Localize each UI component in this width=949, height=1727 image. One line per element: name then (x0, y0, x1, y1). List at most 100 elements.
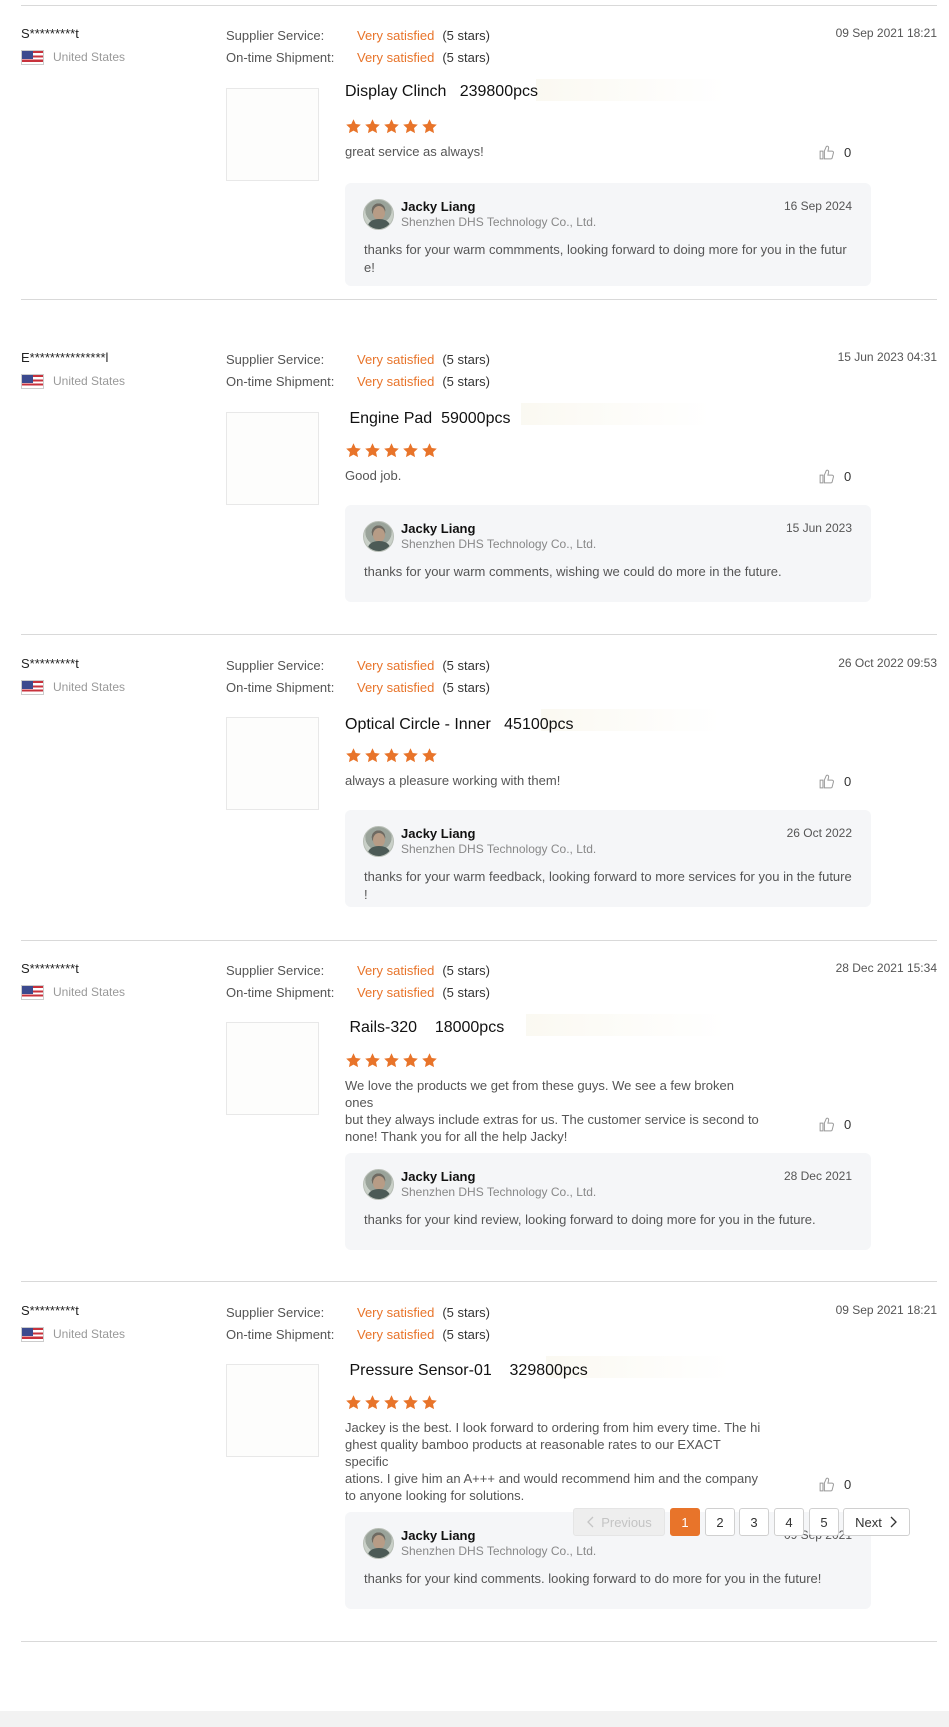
reply-text: thanks for your warm comments, wishing w… (364, 564, 782, 579)
reply-author: Jacky Liang (401, 521, 476, 536)
supplier-service-value: Very satisfied (357, 962, 435, 978)
reply-company: Shenzhen DHS Technology Co., Ltd. (401, 215, 597, 229)
supplier-service-value: Very satisfied (357, 1304, 435, 1320)
buyer-country: United States (21, 679, 125, 695)
us-flag-icon (21, 373, 44, 389)
like-count: 0 (844, 1477, 852, 1492)
shipment-rating: On-time Shipment: Very satisfied (5 star… (226, 1325, 490, 1343)
thumbs-up-icon (819, 1477, 834, 1492)
supplier-service-label: Supplier Service: (226, 27, 325, 43)
page-3-button[interactable]: 3 (739, 1508, 769, 1536)
review-card: S*********t United States Supplier Servi… (21, 1303, 937, 1642)
review-divider (21, 1281, 937, 1282)
star-icon (384, 748, 399, 763)
product-thumbnail[interactable] (226, 412, 319, 505)
like-count: 0 (844, 145, 852, 160)
supplier-reply: Jacky Liang Shenzhen DHS Technology Co.,… (345, 1153, 871, 1250)
us-flag-icon (21, 984, 44, 1000)
supplier-reply: Jacky Liang Shenzhen DHS Technology Co.,… (345, 183, 871, 286)
previous-page-button[interactable]: Previous (573, 1508, 665, 1536)
page-2-button[interactable]: 2 (705, 1508, 735, 1536)
reviews-page: S*********t United States Supplier Servi… (0, 0, 949, 1727)
star-icon (365, 1053, 380, 1068)
shipment-stars: (5 stars) (442, 373, 490, 389)
star-icon (384, 119, 399, 134)
review-divider (21, 940, 937, 941)
buyer-name: S*********t (21, 26, 79, 41)
shipment-label: On-time Shipment: (226, 679, 335, 695)
star-icon (365, 1395, 380, 1410)
page-4-button[interactable]: 4 (774, 1508, 804, 1536)
next-page-button[interactable]: Next (843, 1508, 910, 1536)
us-flag-icon (21, 679, 44, 695)
supplier-service-value: Very satisfied (357, 27, 435, 43)
like-button[interactable]: 0 (818, 1476, 851, 1493)
avatar (363, 826, 394, 857)
product-thumbnail[interactable] (226, 1022, 319, 1115)
star-rating (345, 442, 438, 459)
country-label: United States (53, 985, 126, 999)
reply-text: thanks for your kind review, looking for… (364, 1212, 816, 1227)
like-button[interactable]: 0 (818, 1116, 851, 1133)
reply-text: thanks for your kind comments. looking f… (364, 1571, 822, 1586)
reply-text: thanks for your warm commments, looking … (364, 242, 847, 275)
page-5-button[interactable]: 5 (809, 1508, 839, 1536)
review-card: S*********t United States Supplier Servi… (21, 656, 937, 941)
like-button[interactable]: 0 (818, 144, 851, 161)
next-label: Next (855, 1514, 882, 1530)
star-icon (365, 748, 380, 763)
like-button[interactable]: 0 (818, 468, 851, 485)
country-label: United States (53, 50, 126, 64)
shipment-value: Very satisfied (357, 679, 435, 695)
star-rating (345, 118, 438, 135)
star-icon (346, 443, 361, 458)
buyer-name: S*********t (21, 656, 79, 671)
review-card: S*********t United States Supplier Servi… (21, 26, 937, 300)
chevron-right-icon (890, 1516, 897, 1528)
reply-company: Shenzhen DHS Technology Co., Ltd. (401, 1544, 597, 1558)
reply-text: thanks for your warm feedback, looking f… (364, 869, 852, 902)
country-label: United States (53, 680, 126, 694)
product-thumbnail[interactable] (226, 88, 319, 181)
supplier-service-stars: (5 stars) (442, 351, 490, 367)
page-1-button[interactable]: 1 (670, 1508, 700, 1536)
reply-author: Jacky Liang (401, 1528, 476, 1543)
star-icon (384, 443, 399, 458)
product-thumbnail[interactable] (226, 717, 319, 810)
shipment-stars: (5 stars) (442, 984, 490, 1000)
review-card: S*********t United States Supplier Servi… (21, 961, 937, 1282)
star-icon (346, 1053, 361, 1068)
supplier-service-label: Supplier Service: (226, 351, 325, 367)
supplier-service-stars: (5 stars) (442, 27, 490, 43)
star-icon (365, 443, 380, 458)
like-count: 0 (844, 469, 852, 484)
star-icon (384, 1053, 399, 1068)
shipment-label: On-time Shipment: (226, 984, 335, 1000)
star-icon (403, 443, 418, 458)
avatar (363, 1528, 394, 1559)
thumbs-up-icon (819, 774, 834, 789)
shipment-stars: (5 stars) (442, 679, 490, 695)
like-button[interactable]: 0 (818, 773, 851, 790)
star-icon (346, 748, 361, 763)
us-flag-icon (21, 1326, 44, 1342)
supplier-service-stars: (5 stars) (442, 657, 490, 673)
avatar (363, 521, 394, 552)
supplier-service-rating: Supplier Service: Very satisfied (5 star… (226, 1303, 490, 1321)
thumbs-up-icon (819, 469, 834, 484)
product-thumbnail[interactable] (226, 1364, 319, 1457)
supplier-service-label: Supplier Service: (226, 657, 325, 673)
shipment-stars: (5 stars) (442, 1326, 490, 1342)
like-count: 0 (844, 1117, 852, 1132)
buyer-country: United States (21, 373, 125, 389)
footer-band (0, 1711, 949, 1727)
supplier-service-rating: Supplier Service: Very satisfied (5 star… (226, 961, 490, 979)
us-flag-icon (21, 49, 44, 65)
supplier-service-rating: Supplier Service: Very satisfied (5 star… (226, 350, 490, 368)
shipment-label: On-time Shipment: (226, 49, 335, 65)
shipment-rating: On-time Shipment: Very satisfied (5 star… (226, 372, 490, 390)
review-date: 09 Sep 2021 18:21 (835, 1303, 937, 1317)
star-rating (345, 1394, 438, 1411)
reply-date: 15 Jun 2023 (785, 521, 852, 535)
shipment-label: On-time Shipment: (226, 373, 335, 389)
